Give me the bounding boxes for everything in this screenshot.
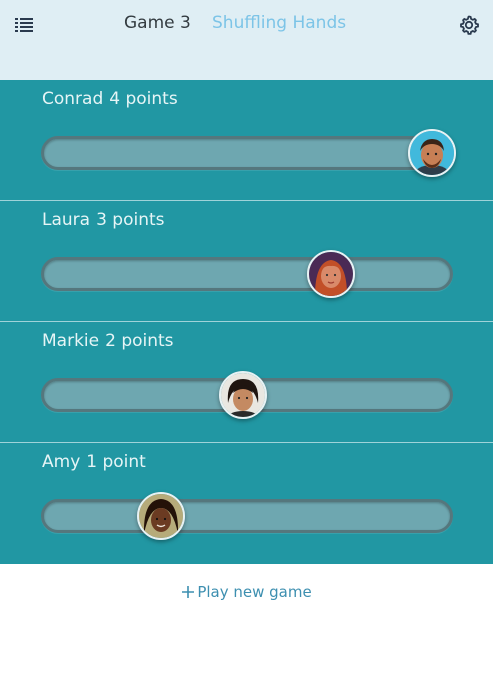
- play-new-game-button[interactable]: Play new game: [0, 583, 493, 603]
- list-icon[interactable]: [13, 15, 35, 35]
- player-name: Amy: [42, 452, 81, 472]
- score-track: [41, 499, 453, 533]
- player-name: Markie: [42, 331, 100, 351]
- player-label: Laura 3 points: [42, 210, 165, 230]
- avatar: [219, 371, 268, 419]
- player-score: 3 points: [96, 210, 165, 230]
- avatar: [306, 250, 355, 298]
- player-row: Markie 2 points: [0, 322, 493, 443]
- player-label: Conrad 4 points: [42, 89, 178, 109]
- player-name: Conrad: [42, 89, 104, 109]
- game-status: Shuffling Hands: [212, 13, 347, 33]
- player-score: 1 point: [86, 452, 146, 472]
- game-title: Game 3: [124, 13, 191, 33]
- player-score: 4 points: [109, 89, 178, 109]
- gear-icon[interactable]: [457, 13, 481, 37]
- play-new-game-label: Play new game: [197, 583, 312, 601]
- top-bar: Game 3 Shuffling Hands: [0, 0, 493, 80]
- score-track: [41, 257, 453, 291]
- avatar: [408, 129, 456, 177]
- player-score: 2 points: [105, 331, 174, 351]
- player-name: Laura: [42, 210, 91, 230]
- plus-icon: [181, 585, 195, 603]
- player-row: Conrad 4 points: [0, 80, 493, 201]
- player-list: Conrad 4 points Laura 3 points Markie 2 …: [0, 80, 493, 564]
- score-track: [41, 136, 453, 170]
- player-row: Laura 3 points: [0, 201, 493, 322]
- player-label: Markie 2 points: [42, 331, 174, 351]
- player-label: Amy 1 point: [42, 452, 146, 472]
- player-row: Amy 1 point: [0, 443, 493, 564]
- avatar: [137, 492, 186, 540]
